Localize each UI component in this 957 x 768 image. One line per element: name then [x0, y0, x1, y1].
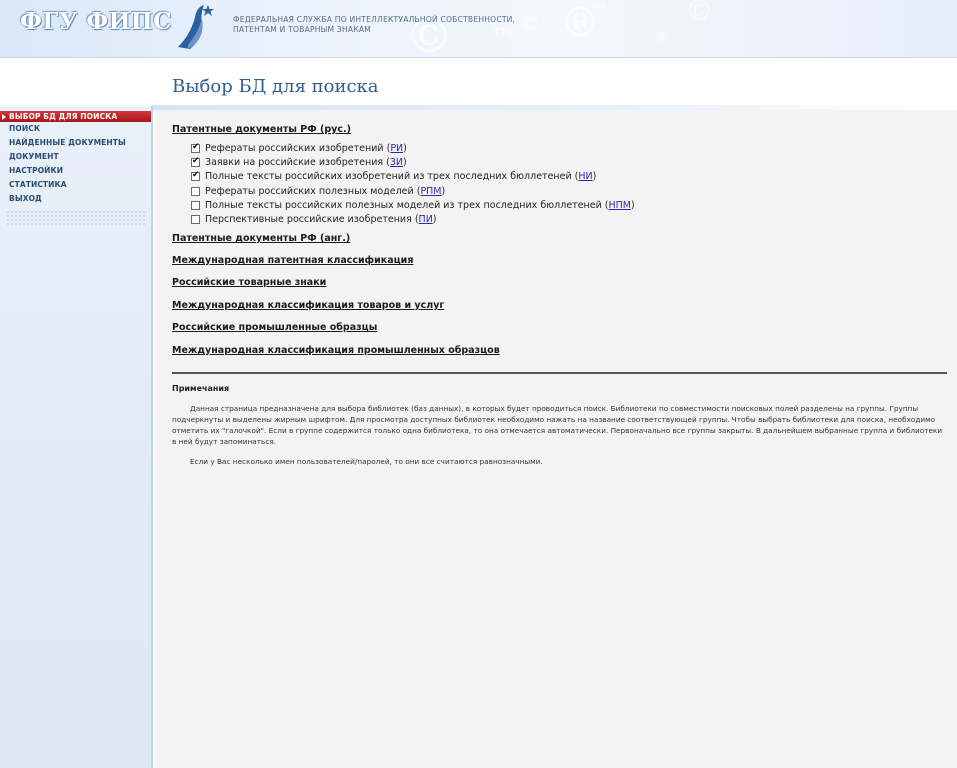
sidebar-decoration [6, 210, 145, 226]
db-label: Перспективные российские изобретения [205, 214, 412, 226]
notes-paragraph-2: Если у Вас несколько имен пользователей/… [190, 457, 543, 466]
db-selection-panel: Патентные документы РФ (рус.) Рефераты р… [155, 110, 957, 768]
notes-title: Примечания [172, 384, 230, 393]
database-list: Рефераты российских изобретений (РИ) Зая… [191, 141, 635, 227]
database-row: Перспективные российские изобретения (ПИ… [191, 212, 635, 226]
db-checkbox-ri[interactable] [191, 142, 200, 153]
copyright-watermark-icon: © [520, 12, 540, 36]
sidebar-menu: ВЫБОР БД ДЛЯ ПОИСКА ПОИСК НАЙДЕННЫЕ ДОКУ… [0, 106, 153, 768]
db-code-link-npm[interactable]: НПМ [609, 200, 631, 211]
group-link-ru-industrial-designs[interactable]: Российские промышленные образцы [172, 322, 377, 333]
trademark-watermark-icon: ™ [590, 0, 608, 21]
fips-emblem-icon[interactable] [174, 3, 216, 51]
db-checkbox-zi[interactable] [191, 156, 200, 167]
group-link-ru-trademarks[interactable]: Российские товарные знаки [172, 277, 326, 288]
database-row: Полные тексты российских изобретений из … [191, 170, 635, 184]
group-link-ipc[interactable]: Международная патентная классификация [172, 255, 413, 266]
site-header: © ™ © ® ™ ® © ФГУ ФИПС ФЕДЕРАЛЬНАЯ СЛУЖБ… [0, 0, 957, 58]
database-row: Рефераты российских изобретений (РИ) [191, 141, 635, 155]
group-link-rf-patents-rus[interactable]: Патентные документы РФ (рус.) [172, 124, 351, 135]
notes-paragraph-1: Данная страница предназначена для выбора… [172, 404, 943, 446]
page-title: Выбор БД для поиска [172, 76, 379, 97]
registered-watermark-icon: ® [655, 30, 669, 46]
db-checkbox-rpm[interactable] [191, 186, 200, 196]
sidebar-item-db-select[interactable]: ВЫБОР БД ДЛЯ ПОИСКА [0, 111, 151, 122]
org-name-line2: ПАТЕНТАМ И ТОВАРНЫМ ЗНАКАМ [233, 25, 372, 34]
db-code-link-pi[interactable]: ПИ [419, 214, 433, 225]
sidebar-item-statistics[interactable]: СТАТИСТИКА [0, 178, 151, 192]
db-code-link-ni[interactable]: НИ [578, 171, 592, 182]
db-label: Полные тексты российских полезных моделе… [205, 199, 602, 211]
organization-name: ФЕДЕРАЛЬНАЯ СЛУЖБА ПО ИНТЕЛЛЕКТУАЛЬНОЙ С… [233, 15, 515, 35]
db-code-link-ri[interactable]: РИ [390, 143, 403, 154]
group-link-nice-classification[interactable]: Международная классификация товаров и ус… [172, 300, 444, 311]
db-code-link-rpm[interactable]: РПМ [420, 186, 441, 197]
database-row: Рефераты российских полезных моделей (РП… [191, 184, 635, 198]
database-row: Полные тексты российских полезных моделе… [191, 198, 635, 212]
db-checkbox-ni[interactable] [191, 170, 200, 182]
org-name-line1: ФЕДЕРАЛЬНАЯ СЛУЖБА ПО ИНТЕЛЛЕКТУАЛЬНОЙ С… [233, 15, 516, 24]
sidebar-item-settings[interactable]: НАСТРОЙКИ [0, 164, 151, 178]
notes-divider [172, 372, 947, 374]
db-label: Полные тексты российских изобретений из … [205, 171, 572, 183]
db-code-link-zi[interactable]: ЗИ [390, 157, 403, 168]
db-checkbox-pi[interactable] [191, 215, 200, 225]
sidebar-item-document[interactable]: ДОКУМЕНТ [0, 150, 151, 164]
copyright-watermark-icon: © [685, 0, 713, 27]
database-row: Заявки на российские изобретения (ЗИ) [191, 155, 635, 169]
db-label: Рефераты российских полезных моделей [205, 185, 414, 197]
sidebar-item-exit[interactable]: ВЫХОД [0, 192, 151, 206]
group-link-locarno-classification[interactable]: Международная классификация промышленных… [172, 345, 500, 356]
sidebar-item-found-documents[interactable]: НАЙДЕННЫЕ ДОКУМЕНТЫ [0, 136, 151, 150]
db-label: Рефераты российских изобретений [205, 142, 384, 154]
db-label: Заявки на российские изобретения [205, 156, 384, 168]
sidebar-item-search[interactable]: ПОИСК [0, 122, 151, 136]
brand-logo-text[interactable]: ФГУ ФИПС [20, 8, 172, 35]
db-checkbox-npm[interactable] [191, 200, 200, 210]
group-link-rf-patents-eng[interactable]: Патентные документы РФ (анг.) [172, 233, 350, 244]
